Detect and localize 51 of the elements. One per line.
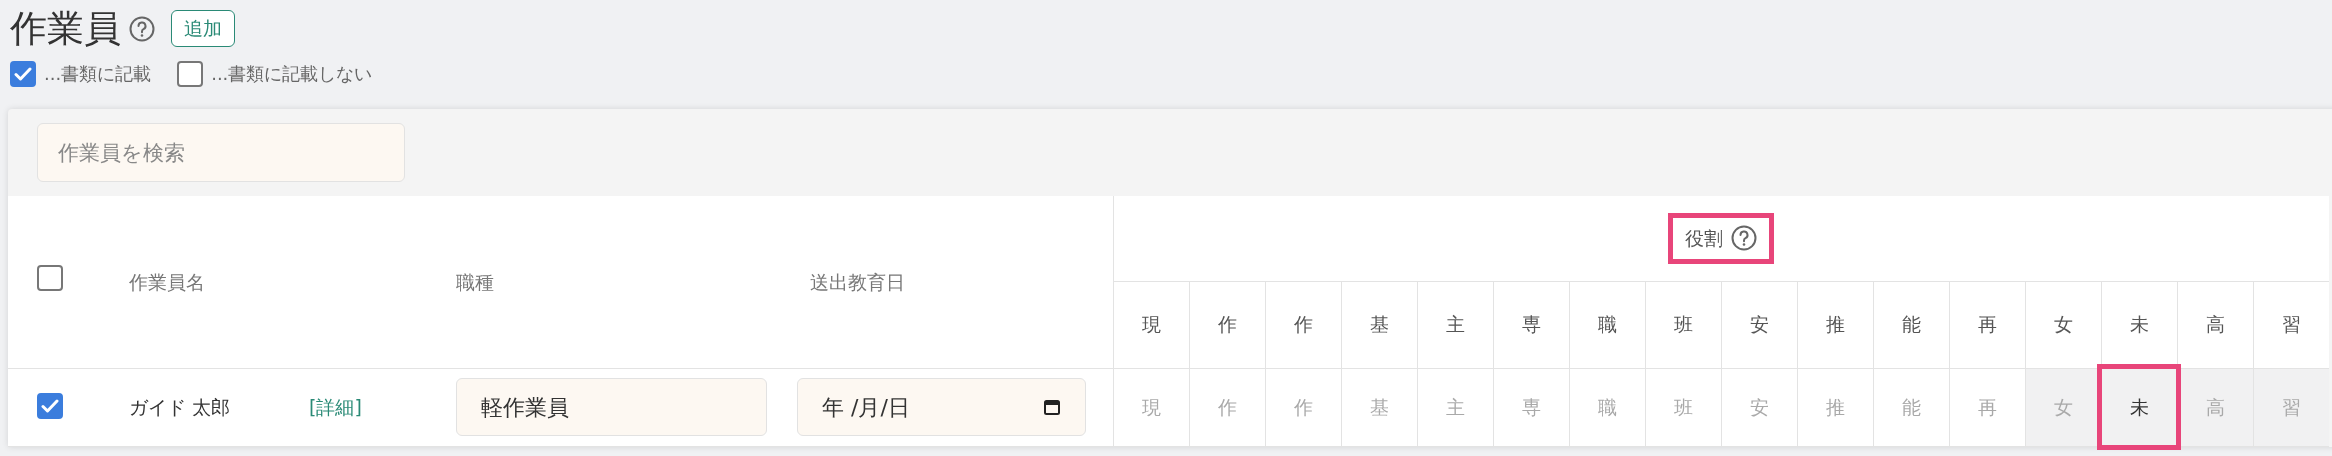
check-icon bbox=[41, 398, 59, 414]
role-column-header: 作 bbox=[1293, 313, 1313, 336]
role-column-header: 高 bbox=[2205, 313, 2225, 336]
role-toggle[interactable]: 能 bbox=[1901, 395, 1921, 418]
role-column-header: 推 bbox=[1825, 313, 1845, 336]
role-column-header: 習 bbox=[2281, 313, 2301, 336]
role-toggle[interactable]: 主 bbox=[1445, 395, 1465, 418]
job-type-field[interactable]: 軽作業員 bbox=[456, 378, 767, 436]
select-all-checkbox[interactable] bbox=[37, 265, 63, 292]
column-header: 送出教育日 bbox=[810, 270, 905, 293]
calendar-icon[interactable] bbox=[1042, 398, 1061, 416]
role-toggle[interactable]: 安 bbox=[1749, 395, 1769, 418]
role-column-header: 再 bbox=[1977, 313, 1997, 336]
role-toggle[interactable]: 推 bbox=[1825, 395, 1845, 418]
role-column-header: 専 bbox=[1521, 313, 1541, 336]
role-toggle[interactable]: 作 bbox=[1217, 395, 1237, 418]
role-toggle[interactable]: 班 bbox=[1673, 395, 1693, 418]
page-title: 作業員 bbox=[10, 10, 121, 47]
filter-checkbox[interactable] bbox=[10, 60, 36, 87]
role-column-header: 現 bbox=[1141, 313, 1161, 336]
help-icon[interactable] bbox=[129, 15, 155, 42]
filter-label: ...書類に記載 bbox=[44, 62, 152, 86]
role-column-header: 安 bbox=[1749, 313, 1769, 336]
filter-checkbox[interactable] bbox=[177, 60, 204, 87]
add-button[interactable]: 追加 bbox=[171, 10, 235, 47]
role-toggle[interactable]: 作 bbox=[1293, 395, 1313, 418]
date-field[interactable]: 年 /月/日 bbox=[797, 378, 1086, 436]
date-text: 年 /月/日 bbox=[822, 393, 910, 422]
role-column-header: 能 bbox=[1901, 313, 1921, 336]
role-column-header: 主 bbox=[1445, 313, 1465, 336]
detail-link[interactable]: [詳細] bbox=[309, 395, 362, 418]
row-checkbox[interactable] bbox=[37, 393, 63, 419]
column-header: 職種 bbox=[456, 270, 494, 293]
check-icon bbox=[14, 65, 32, 82]
role-column-header: 職 bbox=[1597, 313, 1617, 336]
role-toggle[interactable]: 再 bbox=[1977, 395, 1997, 418]
filter-label: ...書類に記載しない bbox=[211, 62, 373, 86]
role-column-header: 基 bbox=[1369, 313, 1389, 336]
role-toggle[interactable]: 専 bbox=[1521, 395, 1541, 418]
role-column-header: 未 bbox=[2129, 313, 2149, 336]
role-header: 役割 bbox=[1685, 226, 1724, 251]
role-toggle[interactable]: 職 bbox=[1597, 395, 1617, 418]
help-icon[interactable] bbox=[1731, 225, 1758, 252]
search-field[interactable]: 作業員を検索 bbox=[37, 123, 405, 182]
role-toggle[interactable]: 基 bbox=[1369, 395, 1389, 418]
role-toggle[interactable]: 現 bbox=[1141, 395, 1161, 418]
column-header: 作業員名 bbox=[129, 270, 205, 293]
worker-name: ガイド 太郎 bbox=[129, 395, 231, 418]
role-column-header: 班 bbox=[1673, 313, 1693, 336]
role-column-header: 女 bbox=[2053, 313, 2073, 336]
role-column-header: 作 bbox=[1217, 313, 1237, 336]
